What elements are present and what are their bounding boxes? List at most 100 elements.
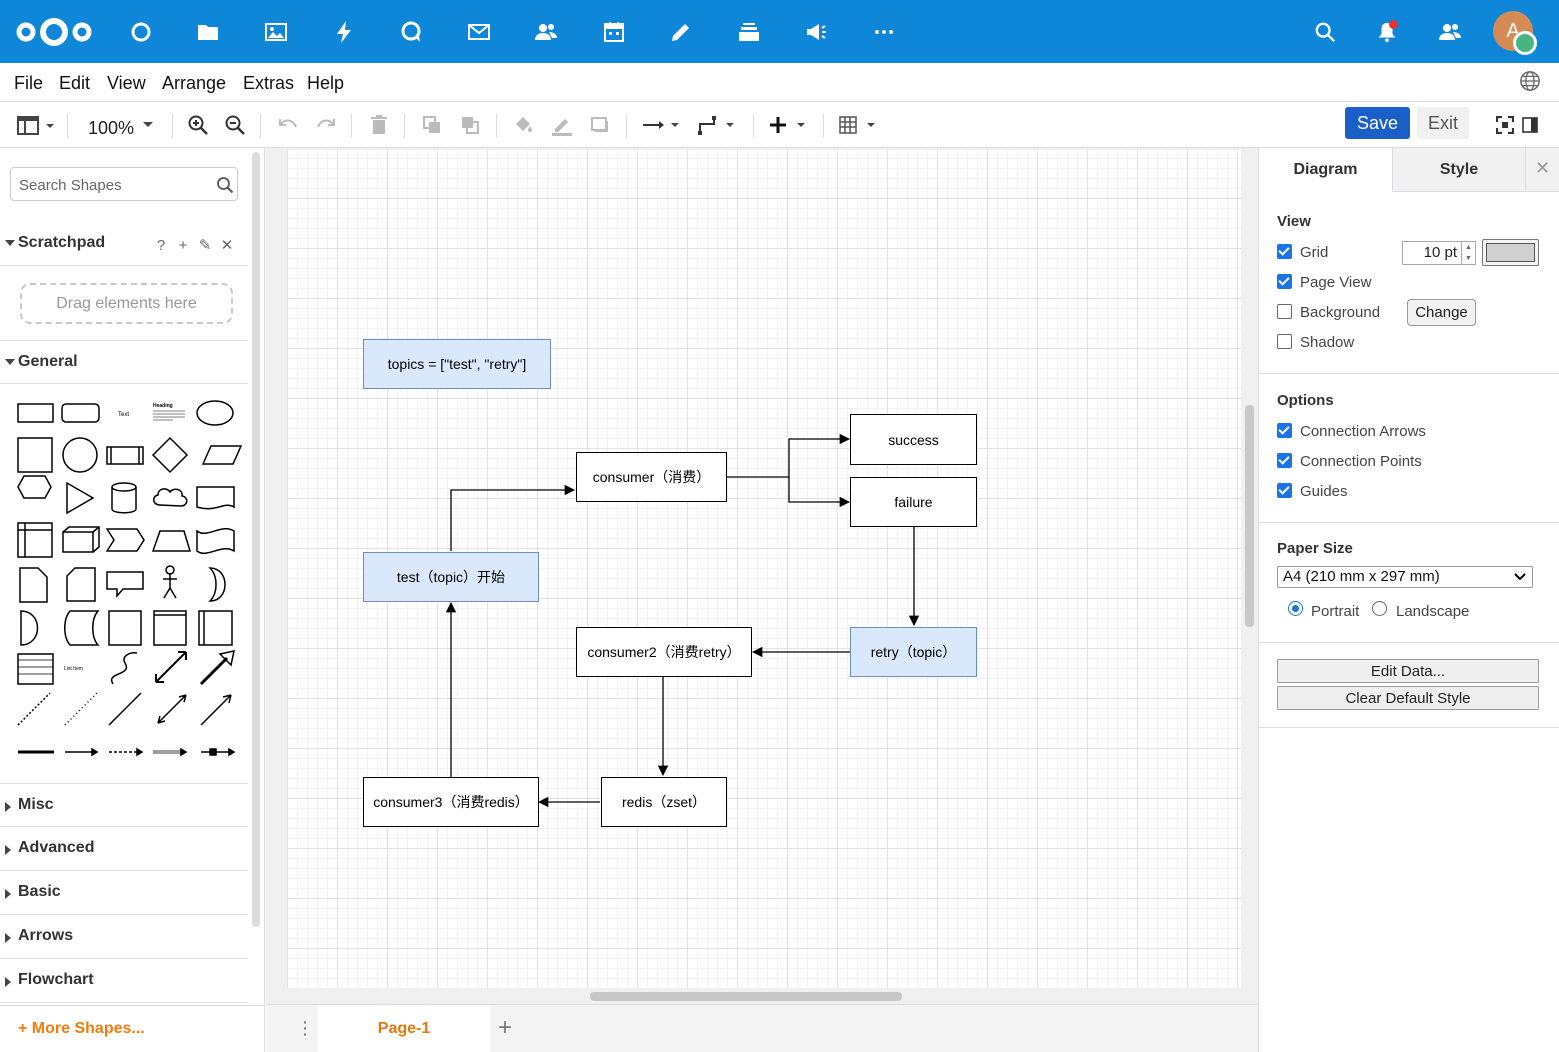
clear-default-style-button[interactable]: Clear Default Style — [1277, 686, 1539, 710]
grid-size-input[interactable]: 10 pt — [1402, 241, 1462, 265]
redo-icon[interactable] — [313, 102, 339, 148]
search-shapes-input[interactable] — [19, 175, 209, 195]
shape-cloud — [153, 488, 188, 507]
node-redis-zset[interactable]: redis（zset） — [601, 777, 727, 827]
to-back-icon[interactable] — [457, 102, 483, 148]
announcements-icon[interactable] — [798, 14, 834, 50]
scratchpad-help-icon[interactable]: ? — [150, 237, 172, 254]
connection-style-icon[interactable] — [640, 102, 684, 148]
section-flowchart-label: Flowchart — [18, 971, 94, 988]
format-panel-toggle-icon[interactable] — [12, 102, 58, 148]
scratchpad-add-icon[interactable]: + — [172, 237, 194, 254]
exit-button[interactable]: Exit — [1417, 107, 1469, 139]
page-menu-icon[interactable]: ⋮ — [296, 1018, 314, 1039]
scratchpad-drop-zone[interactable]: Drag elements here — [20, 283, 233, 324]
grid-checkbox[interactable] — [1277, 244, 1292, 259]
node-success[interactable]: success — [850, 414, 977, 465]
unified-search-icon[interactable] — [1307, 14, 1343, 50]
contacts-menu-icon[interactable] — [1432, 14, 1468, 50]
more-shapes-button[interactable]: + More Shapes... — [18, 1020, 145, 1038]
canvas-vertical-scrollbar[interactable] — [1245, 405, 1254, 627]
node-test-topic[interactable]: test（topic）开始 — [363, 552, 539, 602]
fill-color-icon[interactable] — [510, 102, 536, 148]
edit-data-button[interactable]: Edit Data... — [1277, 659, 1539, 683]
talk-icon[interactable] — [393, 14, 429, 50]
to-front-icon[interactable] — [419, 102, 445, 148]
calendar-icon[interactable] — [596, 14, 632, 50]
menu-file[interactable]: File — [14, 73, 43, 94]
paper-size-select[interactable]: A4 (210 mm x 297 mm) — [1277, 566, 1533, 588]
section-advanced[interactable]: Advanced — [0, 827, 248, 871]
general-shapes-palette[interactable]: Text Heading List Item — [10, 392, 250, 772]
edge-consumer-to-success[interactable] — [726, 433, 851, 478]
grid-size-spinner-icon[interactable]: ▲ ▼ — [1462, 241, 1476, 265]
sidebar-scrollbar[interactable] — [252, 152, 260, 927]
section-general[interactable]: General — [0, 340, 248, 384]
grid-color-swatch[interactable] — [1482, 239, 1539, 266]
delete-icon[interactable] — [366, 102, 392, 148]
contacts-icon[interactable] — [528, 14, 564, 50]
node-consumer[interactable]: consumer（消费） — [576, 452, 727, 502]
notes-icon[interactable] — [663, 14, 699, 50]
tab-diagram[interactable]: Diagram — [1259, 148, 1392, 192]
activity-icon[interactable] — [326, 14, 362, 50]
menu-view[interactable]: View — [107, 73, 146, 94]
section-basic[interactable]: Basic — [0, 871, 248, 915]
dashboard-icon[interactable] — [123, 14, 159, 50]
mail-icon[interactable] — [461, 14, 497, 50]
edge-test-to-consumer[interactable] — [450, 484, 576, 551]
more-apps-icon[interactable] — [866, 14, 902, 50]
canvas-horizontal-scrollbar[interactable] — [590, 992, 902, 1001]
table-icon[interactable] — [836, 102, 880, 148]
undo-icon[interactable] — [275, 102, 301, 148]
nextcloud-logo[interactable] — [14, 16, 94, 48]
zoom-dropdown-chevron-icon[interactable] — [140, 102, 156, 148]
scratchpad-edit-icon[interactable]: ✎ — [194, 236, 216, 254]
section-arrows[interactable]: Arrows — [0, 915, 248, 959]
shadow-icon[interactable] — [587, 102, 613, 148]
add-page-icon[interactable]: + — [498, 1014, 512, 1042]
shape-dotted-line — [64, 692, 98, 726]
waypoints-icon[interactable] — [695, 102, 739, 148]
page-view-checkbox[interactable] — [1277, 274, 1292, 289]
menu-extras[interactable]: Extras — [243, 73, 294, 94]
zoom-level[interactable]: 100% — [88, 118, 134, 139]
change-background-button[interactable]: Change — [1407, 299, 1476, 326]
line-color-icon[interactable] — [549, 102, 575, 148]
node-failure[interactable]: failure — [850, 477, 977, 527]
notifications-bell-icon[interactable] — [1369, 14, 1405, 50]
deck-icon[interactable] — [731, 14, 767, 50]
portrait-radio[interactable] — [1288, 601, 1303, 616]
paper-size-value: A4 (210 mm x 297 mm) — [1283, 568, 1440, 585]
page-tab-1[interactable]: Page-1 — [318, 1005, 490, 1052]
node-consumer3[interactable]: consumer3（消费redis） — [363, 777, 539, 827]
shadow-checkbox[interactable] — [1277, 334, 1292, 349]
edge-consumer-to-failure[interactable] — [788, 477, 851, 508]
scratchpad-close-icon[interactable]: ✕ — [216, 236, 238, 254]
files-icon[interactable] — [190, 14, 226, 50]
background-checkbox[interactable] — [1277, 304, 1292, 319]
menu-help[interactable]: Help — [307, 73, 344, 94]
save-button[interactable]: Save — [1345, 107, 1410, 139]
node-retry-topic[interactable]: retry（topic） — [850, 627, 977, 677]
insert-plus-icon[interactable] — [766, 102, 810, 148]
photos-icon[interactable] — [258, 14, 294, 50]
node-consumer2[interactable]: consumer2（消费retry） — [576, 627, 752, 677]
fullscreen-icon[interactable] — [1493, 102, 1517, 148]
close-format-panel-icon[interactable]: ✕ — [1535, 158, 1550, 179]
section-misc[interactable]: Misc — [0, 783, 248, 827]
connection-arrows-checkbox[interactable] — [1277, 423, 1292, 438]
tab-style[interactable]: Style — [1392, 148, 1525, 192]
guides-checkbox[interactable] — [1277, 483, 1292, 498]
language-globe-icon[interactable] — [1519, 70, 1541, 92]
toggle-format-panel-icon[interactable] — [1519, 102, 1541, 148]
section-flowchart[interactable]: Flowchart — [0, 959, 248, 1003]
connection-points-checkbox[interactable] — [1277, 453, 1292, 468]
menu-arrange[interactable]: Arrange — [162, 73, 226, 94]
landscape-radio[interactable] — [1372, 601, 1387, 616]
node-topics[interactable]: topics = ["test", "retry"] — [363, 339, 551, 389]
zoom-out-icon[interactable] — [222, 102, 248, 148]
menu-edit[interactable]: Edit — [59, 73, 90, 94]
search-icon[interactable] — [216, 176, 234, 194]
zoom-in-icon[interactable] — [185, 102, 211, 148]
